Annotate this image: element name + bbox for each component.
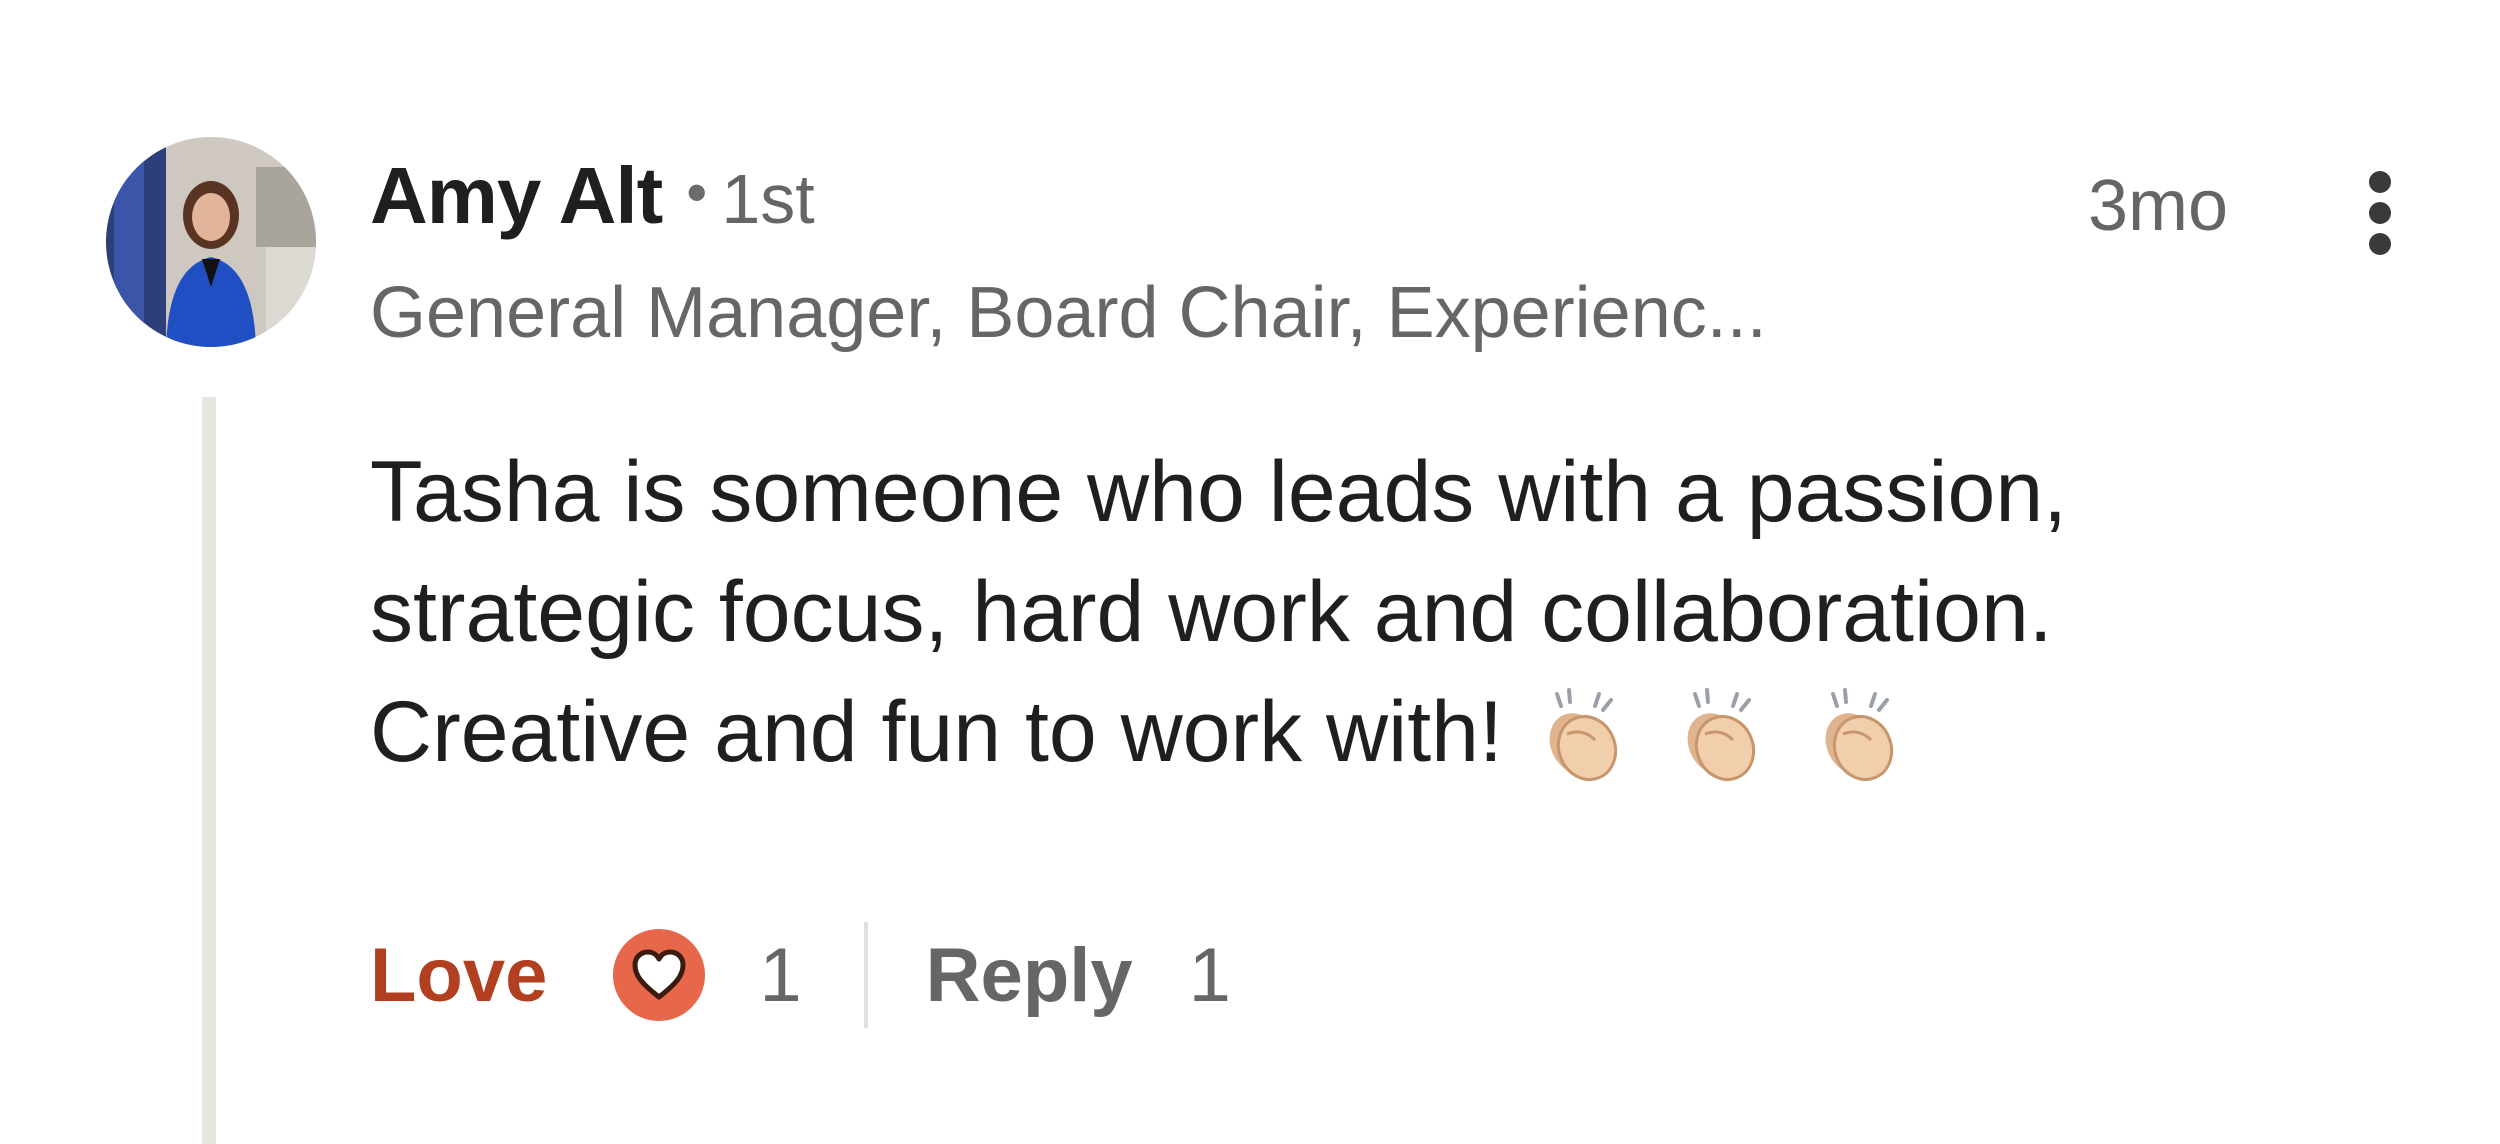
profile-photo-icon bbox=[106, 137, 316, 347]
reaction-count[interactable]: 1 bbox=[759, 932, 801, 1019]
reply-button[interactable]: Reply bbox=[926, 932, 1133, 1019]
emoji-row bbox=[1537, 688, 1903, 783]
more-options-button[interactable] bbox=[2350, 163, 2410, 263]
comment-actions: Love 1 Reply 1 bbox=[370, 920, 1231, 1030]
clapping-hands-icon bbox=[1549, 688, 1617, 781]
comment-timestamp: 3mo bbox=[2088, 166, 2229, 246]
more-vertical-icon bbox=[2369, 171, 2391, 193]
author-name[interactable]: Amy Alt bbox=[370, 150, 663, 242]
clapping-hands-icon bbox=[1825, 688, 1893, 781]
author-headline[interactable]: General Manager, Board Chair, Experienc.… bbox=[370, 272, 1767, 354]
clapping-hands-icon bbox=[1687, 688, 1755, 781]
separator-dot: • bbox=[686, 159, 708, 226]
thread-line bbox=[202, 397, 216, 1144]
comment-header: Amy Alt • 1st bbox=[370, 150, 815, 260]
love-button[interactable]: Love bbox=[370, 932, 547, 1019]
comment: Amy Alt • 1st General Manager, Board Cha… bbox=[0, 0, 2500, 1144]
comment-body: Tasha is someone who leads with a passio… bbox=[370, 432, 2330, 792]
reply-count[interactable]: 1 bbox=[1189, 932, 1231, 1019]
heart-icon[interactable] bbox=[613, 929, 706, 1021]
avatar[interactable] bbox=[106, 137, 316, 347]
connection-degree: 1st bbox=[721, 160, 815, 238]
more-vertical-icon-dot bbox=[2369, 202, 2391, 224]
heart-shape bbox=[632, 949, 686, 1000]
more-vertical-icon-dot bbox=[2369, 233, 2391, 255]
action-divider bbox=[863, 922, 868, 1028]
